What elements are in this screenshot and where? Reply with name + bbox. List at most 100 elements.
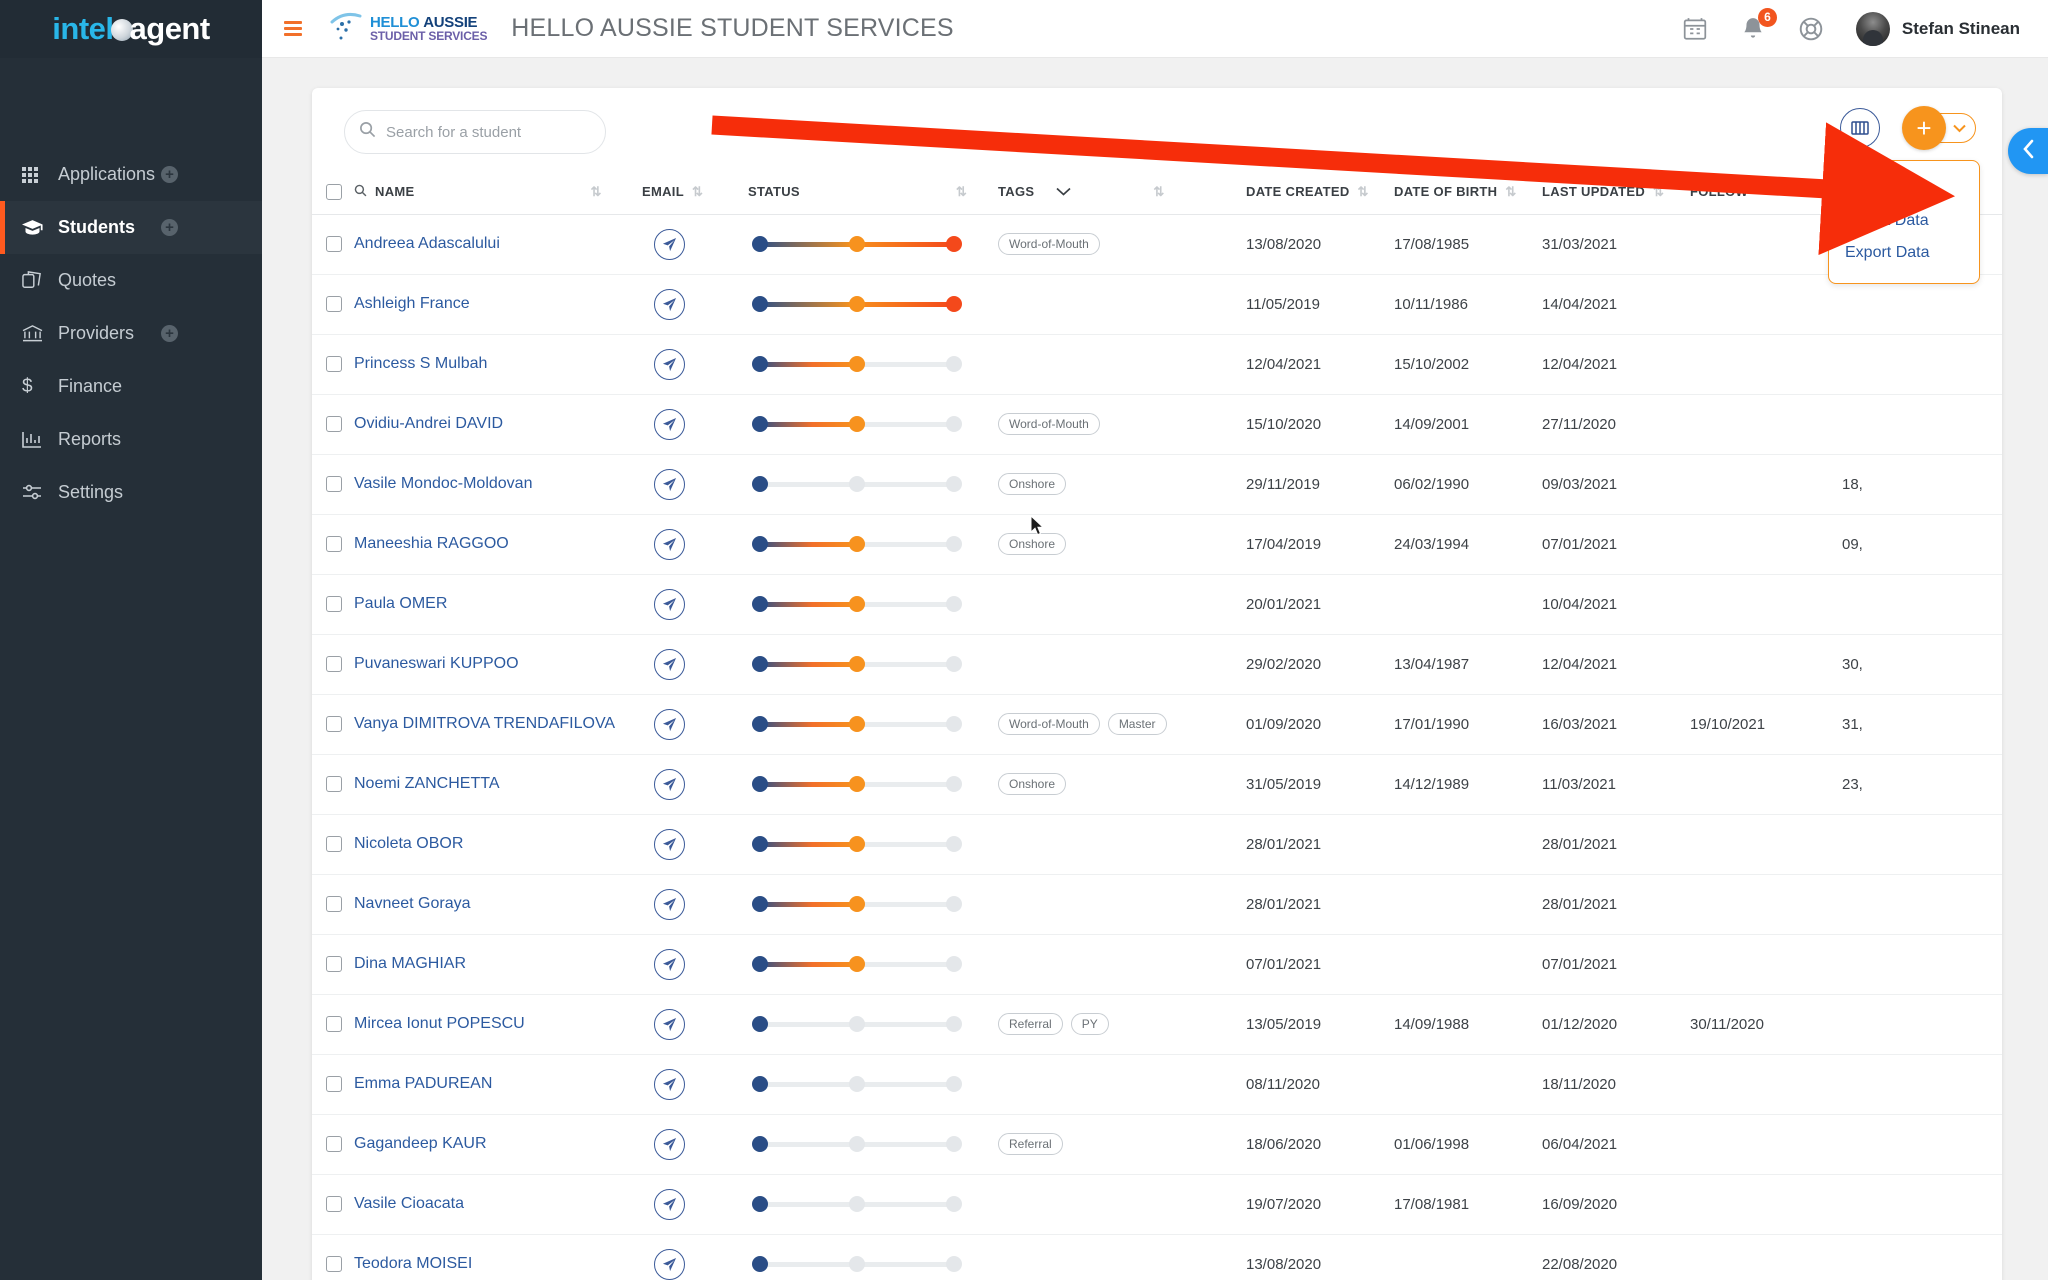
student-name-cell[interactable]: Nicoleta OBOR: [354, 814, 642, 874]
table-row[interactable]: Teodora MOISEI13/08/202022/08/2020: [312, 1234, 2002, 1280]
send-icon[interactable]: [654, 469, 685, 500]
tag-chip[interactable]: Referral: [998, 1133, 1063, 1155]
email-cell[interactable]: [642, 574, 748, 634]
row-select-cell[interactable]: [312, 454, 354, 514]
column-select-all[interactable]: [312, 170, 354, 214]
student-name-link[interactable]: Emma PADUREAN: [354, 1075, 492, 1092]
table-row[interactable]: Dina MAGHIAR07/01/202107/01/2021: [312, 934, 2002, 994]
slider-knob-3[interactable]: [946, 776, 962, 792]
slider-knob-2[interactable]: [849, 716, 865, 732]
student-name-cell[interactable]: Mircea Ionut POPESCU: [354, 994, 642, 1054]
slider-knob-1[interactable]: [752, 896, 768, 912]
column-name[interactable]: NAME ⇅: [354, 170, 642, 214]
table-row[interactable]: Mircea Ionut POPESCUReferralPY13/05/2019…: [312, 994, 2002, 1054]
table-row[interactable]: Nicoleta OBOR28/01/202128/01/2021: [312, 814, 2002, 874]
status-slider[interactable]: [752, 1254, 962, 1274]
row-select-cell[interactable]: [312, 334, 354, 394]
row-select-cell[interactable]: [312, 274, 354, 334]
student-name-link[interactable]: Vanya DIMITROVA TRENDAFILOVA: [354, 715, 615, 732]
student-name-cell[interactable]: Vasile Cioacata: [354, 1174, 642, 1234]
email-cell[interactable]: [642, 514, 748, 574]
sidebar-item-applications[interactable]: Applications +: [0, 148, 262, 201]
send-icon[interactable]: [654, 1189, 685, 1220]
student-name-cell[interactable]: Princess S Mulbah: [354, 334, 642, 394]
student-name-cell[interactable]: Maneeshia RAGGOO: [354, 514, 642, 574]
row-select-cell[interactable]: [312, 394, 354, 454]
checkbox-icon[interactable]: [326, 476, 342, 492]
tag-chip[interactable]: PY: [1071, 1013, 1109, 1035]
checkbox-icon[interactable]: [326, 836, 342, 852]
checkbox-icon[interactable]: [326, 184, 342, 200]
status-slider[interactable]: [752, 1194, 962, 1214]
status-slider[interactable]: [752, 234, 962, 254]
send-icon[interactable]: [654, 769, 685, 800]
row-select-cell[interactable]: [312, 874, 354, 934]
status-cell[interactable]: [748, 694, 998, 754]
row-select-cell[interactable]: [312, 994, 354, 1054]
send-icon[interactable]: [654, 409, 685, 440]
student-name-cell[interactable]: Ashleigh France: [354, 274, 642, 334]
status-cell[interactable]: [748, 1174, 998, 1234]
slider-knob-2[interactable]: [849, 896, 865, 912]
student-name-cell[interactable]: Emma PADUREAN: [354, 1054, 642, 1114]
row-select-cell[interactable]: [312, 754, 354, 814]
search-input[interactable]: [386, 124, 586, 141]
slider-knob-1[interactable]: [752, 776, 768, 792]
status-slider[interactable]: [752, 474, 962, 494]
sort-icon[interactable]: ⇅: [692, 185, 702, 198]
search-box[interactable]: [344, 110, 606, 154]
send-icon[interactable]: [654, 709, 685, 740]
status-cell[interactable]: [748, 334, 998, 394]
status-slider[interactable]: [752, 534, 962, 554]
email-cell[interactable]: [642, 214, 748, 274]
sidebar-add-students-icon[interactable]: +: [161, 219, 178, 236]
sidebar-item-finance[interactable]: $ Finance: [0, 360, 262, 413]
row-select-cell[interactable]: [312, 514, 354, 574]
student-name-link[interactable]: Noemi ZANCHETTA: [354, 775, 500, 792]
send-icon[interactable]: [654, 1249, 685, 1280]
slider-knob-1[interactable]: [752, 536, 768, 552]
checkbox-icon[interactable]: [326, 776, 342, 792]
status-slider[interactable]: [752, 294, 962, 314]
chevron-down-icon[interactable]: [1056, 184, 1071, 199]
slider-knob-3[interactable]: [946, 1196, 962, 1212]
slider-knob-2[interactable]: [849, 296, 865, 312]
row-select-cell[interactable]: [312, 574, 354, 634]
send-icon[interactable]: [654, 889, 685, 920]
student-name-link[interactable]: Princess S Mulbah: [354, 355, 487, 372]
student-name-cell[interactable]: Ovidiu-Andrei DAVID: [354, 394, 642, 454]
slider-knob-1[interactable]: [752, 716, 768, 732]
slider-knob-3[interactable]: [946, 956, 962, 972]
column-last-updated[interactable]: LAST UPDATED ⇅: [1542, 170, 1690, 214]
table-row[interactable]: Noemi ZANCHETTAOnshore31/05/201914/12/19…: [312, 754, 2002, 814]
tag-chip[interactable]: Onshore: [998, 533, 1066, 555]
column-tags[interactable]: TAGS ⇅: [998, 170, 1246, 214]
slider-knob-2[interactable]: [849, 1136, 865, 1152]
student-name-link[interactable]: Ovidiu-Andrei DAVID: [354, 415, 503, 432]
table-row[interactable]: Ovidiu-Andrei DAVIDWord-of-Mouth15/10/20…: [312, 394, 2002, 454]
slider-knob-1[interactable]: [752, 1196, 768, 1212]
student-name-cell[interactable]: Dina MAGHIAR: [354, 934, 642, 994]
add-button[interactable]: +: [1902, 106, 1946, 150]
slider-knob-2[interactable]: [849, 236, 865, 252]
student-name-cell[interactable]: Navneet Goraya: [354, 874, 642, 934]
slider-knob-1[interactable]: [752, 1136, 768, 1152]
row-select-cell[interactable]: [312, 934, 354, 994]
slider-knob-3[interactable]: [946, 836, 962, 852]
status-slider[interactable]: [752, 954, 962, 974]
sidebar-item-reports[interactable]: Reports: [0, 413, 262, 466]
status-cell[interactable]: [748, 274, 998, 334]
send-icon[interactable]: [654, 829, 685, 860]
email-cell[interactable]: [642, 1174, 748, 1234]
table-row[interactable]: Gagandeep KAURReferral18/06/202001/06/19…: [312, 1114, 2002, 1174]
checkbox-icon[interactable]: [326, 236, 342, 252]
column-date-created[interactable]: DATE CREATED ⇅: [1246, 170, 1394, 214]
student-name-link[interactable]: Vasile Mondoc-Moldovan: [354, 475, 532, 492]
slider-knob-1[interactable]: [752, 476, 768, 492]
email-cell[interactable]: [642, 1114, 748, 1174]
sort-icon[interactable]: ⇅: [1505, 185, 1515, 198]
status-cell[interactable]: [748, 514, 998, 574]
slider-knob-2[interactable]: [849, 656, 865, 672]
checkbox-icon[interactable]: [326, 296, 342, 312]
student-name-link[interactable]: Puvaneswari KUPPOO: [354, 655, 519, 672]
